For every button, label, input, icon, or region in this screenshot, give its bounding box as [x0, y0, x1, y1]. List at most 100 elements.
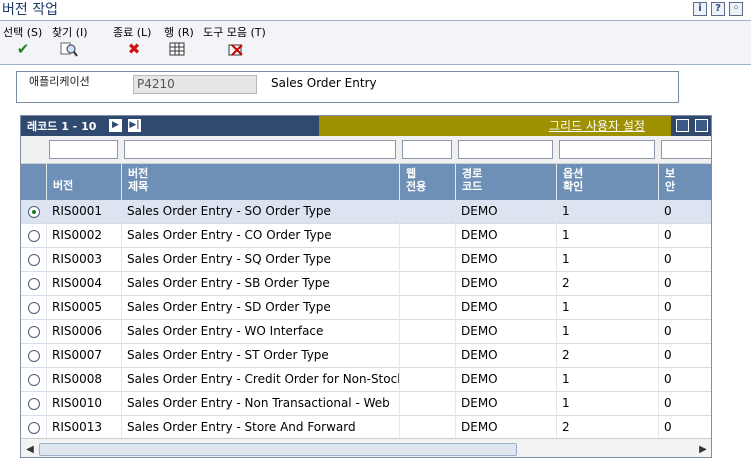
cell-web: [399, 368, 455, 392]
cell-version[interactable]: RIS0001: [46, 200, 121, 224]
cell-web: [399, 344, 455, 368]
cell-title: Sales Order Entry - SD Order Type: [127, 300, 331, 314]
row-radio[interactable]: [28, 206, 40, 218]
cell-route: DEMO: [461, 420, 498, 434]
scroll-right-icon[interactable]: ▶: [696, 443, 710, 457]
row-grid-icon[interactable]: [168, 41, 186, 57]
filter-title-input[interactable]: [124, 140, 396, 159]
filter-route-input[interactable]: [458, 140, 553, 159]
table-row[interactable]: RIS0004 Sales Order Entry - SB Order Type…: [21, 272, 711, 296]
application-label: 애플리케이션: [29, 75, 90, 88]
row-radio[interactable]: [28, 374, 40, 386]
application-description: Sales Order Entry: [271, 76, 377, 90]
table-row[interactable]: RIS0006 Sales Order Entry - WO Interface D…: [21, 320, 711, 344]
row-radio[interactable]: [28, 350, 40, 362]
cell-route: DEMO: [461, 204, 498, 218]
header-option[interactable]: 옵션 확인: [556, 164, 658, 200]
cell-version[interactable]: RIS0005: [46, 296, 121, 320]
cell-web: [399, 416, 455, 440]
cell-option: 1: [562, 324, 570, 338]
tools-icon[interactable]: [228, 41, 246, 57]
filter-web-input[interactable]: [402, 140, 452, 159]
application-field: P4210: [133, 75, 257, 94]
cell-option: 1: [562, 228, 570, 242]
cell-option: 1: [562, 396, 570, 410]
close-x-icon[interactable]: ✖: [125, 41, 143, 57]
toolbar-menu[interactable]: 도구 모음 (T): [203, 24, 266, 40]
grid-settings-link[interactable]: 그리드 사용자 설정: [549, 117, 645, 134]
cell-web: [399, 224, 455, 248]
cell-version[interactable]: RIS0002: [46, 224, 121, 248]
header-security[interactable]: 보 안: [658, 164, 711, 200]
cell-version[interactable]: RIS0006: [46, 320, 121, 344]
row-radio[interactable]: [28, 422, 40, 434]
maximize-icon[interactable]: [695, 119, 708, 132]
header-title[interactable]: 버전 제목: [121, 164, 399, 200]
record-count: 레코드 1 - 10: [27, 120, 97, 133]
column-headers: 버전 버전 제목 웹 전용 경로 코드 옵션 확인 보 안: [21, 164, 711, 200]
cell-version[interactable]: RIS0003: [46, 248, 121, 272]
info-icon[interactable]: i: [693, 2, 707, 16]
cell-web: [399, 200, 455, 224]
header-icons: i ? ◦: [693, 2, 743, 16]
cell-option: 1: [562, 300, 570, 314]
cell-security: 0: [664, 252, 672, 266]
cell-version[interactable]: RIS0007: [46, 344, 121, 368]
cell-route: DEMO: [461, 228, 498, 242]
cell-title: Sales Order Entry - SO Order Type: [127, 204, 331, 218]
cell-route: DEMO: [461, 276, 498, 290]
scroll-left-icon[interactable]: ◀: [23, 443, 37, 457]
row-radio[interactable]: [28, 230, 40, 242]
last-page-icon[interactable]: ▶|: [128, 119, 141, 132]
cell-title: Sales Order Entry - ST Order Type: [127, 348, 329, 362]
row-radio[interactable]: [28, 278, 40, 290]
export-icon[interactable]: [676, 119, 689, 132]
header-select: [21, 164, 46, 200]
cell-version[interactable]: RIS0010: [46, 392, 121, 416]
table-row[interactable]: RIS0008 Sales Order Entry - Credit Order …: [21, 368, 711, 392]
table-row[interactable]: RIS0005 Sales Order Entry - SD Order Type…: [21, 296, 711, 320]
cell-security: 0: [664, 396, 672, 410]
table-row[interactable]: RIS0003 Sales Order Entry - SQ Order Type…: [21, 248, 711, 272]
cell-version[interactable]: RIS0013: [46, 416, 121, 440]
select-menu[interactable]: 선택 (S): [3, 24, 42, 40]
row-radio[interactable]: [28, 254, 40, 266]
find-icon[interactable]: [60, 41, 78, 57]
filter-security-input[interactable]: [661, 140, 711, 159]
table-row[interactable]: RIS0007 Sales Order Entry - ST Order Type…: [21, 344, 711, 368]
header-web[interactable]: 웹 전용: [399, 164, 455, 200]
filter-option-input[interactable]: [559, 140, 655, 159]
next-page-icon[interactable]: ▶: [109, 119, 122, 132]
close-menu[interactable]: 종료 (L): [113, 24, 151, 40]
cell-option: 1: [562, 252, 570, 266]
cell-route: DEMO: [461, 324, 498, 338]
cell-security: 0: [664, 300, 672, 314]
table-row[interactable]: RIS0002 Sales Order Entry - CO Order Type…: [21, 224, 711, 248]
row-radio[interactable]: [28, 302, 40, 314]
cell-web: [399, 248, 455, 272]
cell-version[interactable]: RIS0008: [46, 368, 121, 392]
help-icon[interactable]: ?: [711, 2, 725, 16]
toolbar: 선택 (S) 찾기 (I) 종료 (L) 행 (R) 도구 모음 (T) ✔ ✖: [0, 20, 751, 65]
grid-header: 레코드 1 - 10 ▶ ▶| 그리드 사용자 설정: [21, 116, 711, 136]
find-menu[interactable]: 찾기 (I): [52, 24, 88, 40]
cell-option: 2: [562, 420, 570, 434]
cell-security: 0: [664, 228, 672, 242]
row-menu[interactable]: 행 (R): [164, 24, 194, 40]
filter-version-input[interactable]: [49, 140, 118, 159]
cell-version[interactable]: RIS0004: [46, 272, 121, 296]
cell-web: [399, 392, 455, 416]
table-row[interactable]: RIS0013 Sales Order Entry - Store And For…: [21, 416, 711, 440]
row-radio[interactable]: [28, 326, 40, 338]
table-row[interactable]: RIS0010 Sales Order Entry - Non Transacti…: [21, 392, 711, 416]
row-radio[interactable]: [28, 398, 40, 410]
header-route[interactable]: 경로 코드: [455, 164, 556, 200]
header-version[interactable]: 버전: [46, 164, 121, 200]
checkmark-icon[interactable]: ✔: [14, 41, 32, 57]
scroll-thumb[interactable]: [39, 443, 517, 456]
horizontal-scrollbar[interactable]: ◀ ▶: [21, 438, 711, 457]
table-row[interactable]: RIS0001 Sales Order Entry - SO Order Type…: [21, 200, 711, 224]
cell-security: 0: [664, 276, 672, 290]
bookmark-icon[interactable]: ◦: [729, 2, 743, 16]
cell-security: 0: [664, 204, 672, 218]
